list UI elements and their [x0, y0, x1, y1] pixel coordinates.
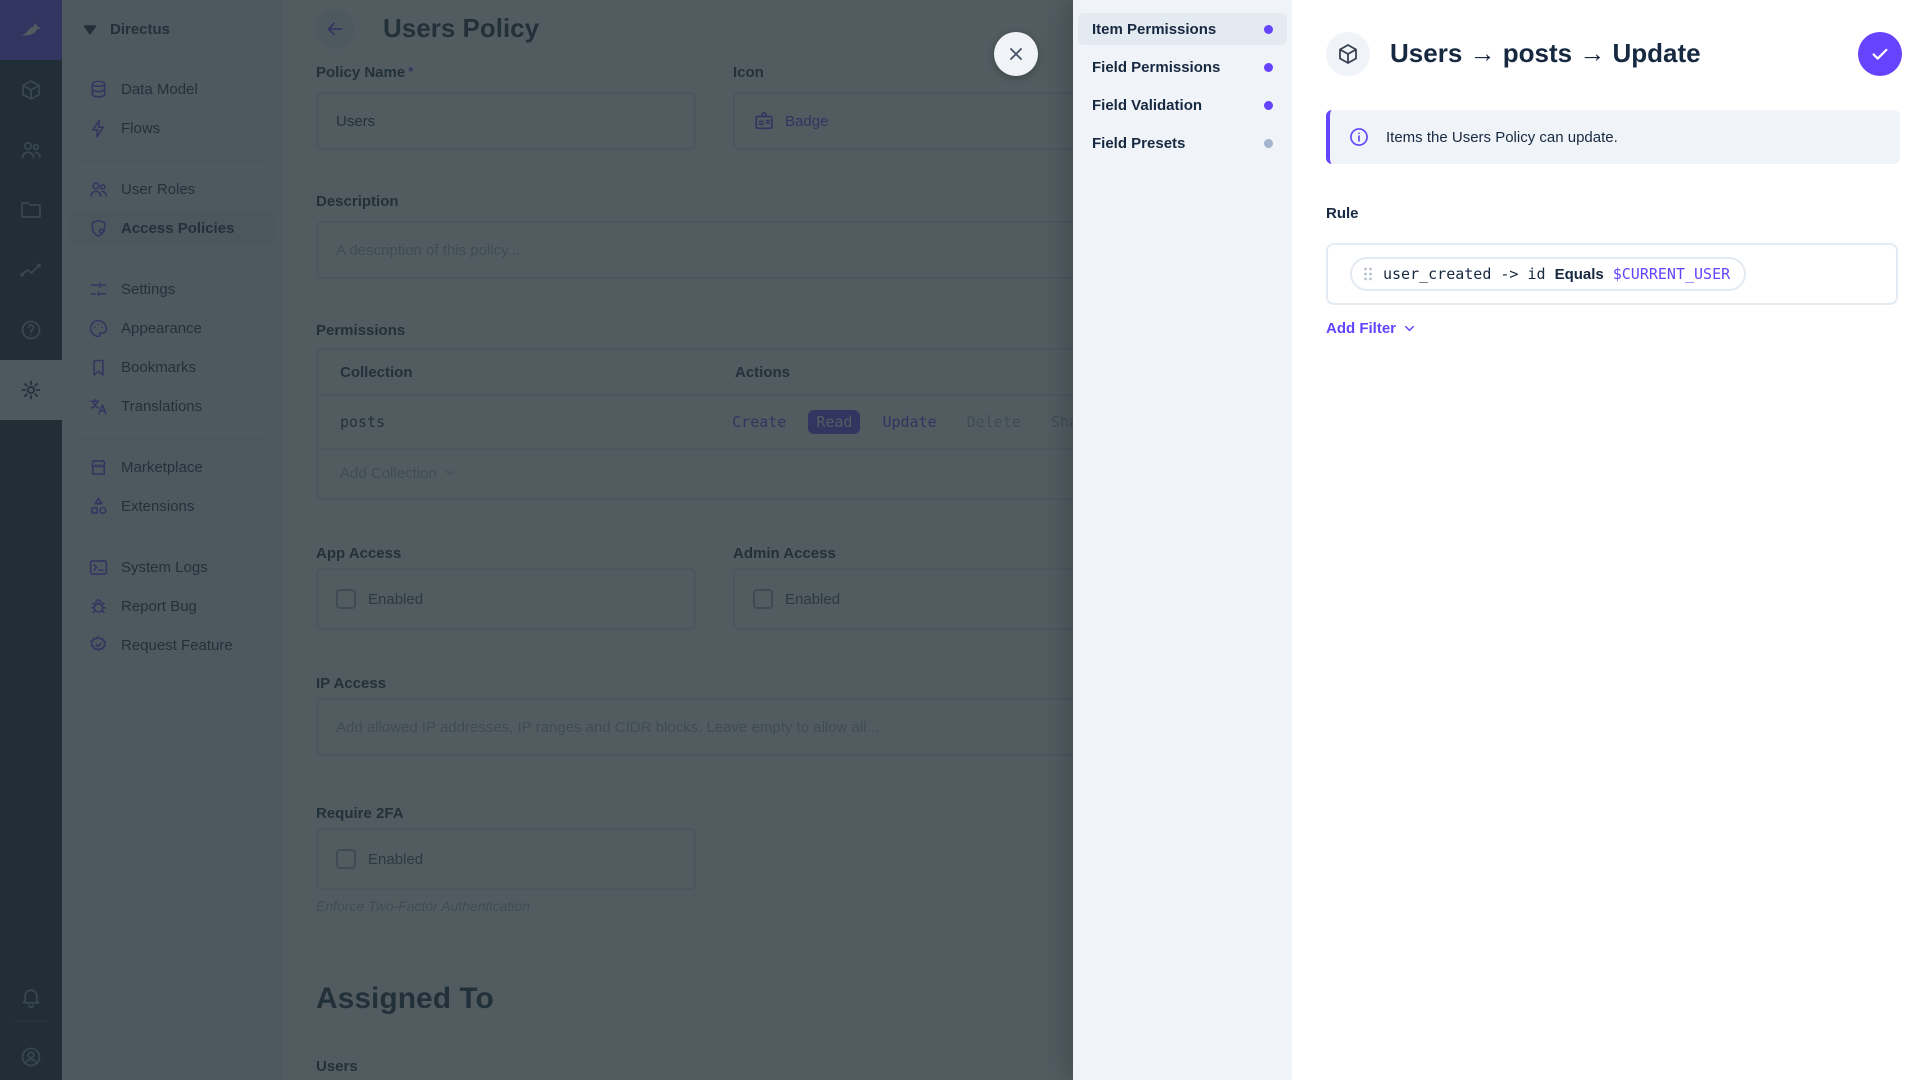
info-icon — [1348, 126, 1370, 148]
check-icon — [1869, 43, 1891, 65]
filter-rule-pill[interactable]: user_created -> id Equals $CURRENT_USER — [1350, 257, 1746, 291]
permission-drawer-nav: Item Permissions Field Permissions Field… — [1073, 0, 1292, 1080]
drawer-overlay[interactable] — [0, 0, 1073, 1080]
status-dot — [1264, 25, 1273, 34]
tab-field-validation[interactable]: Field Validation — [1078, 89, 1287, 121]
close-icon — [1006, 44, 1026, 64]
drawer-avatar — [1326, 32, 1370, 76]
filter-value[interactable]: $CURRENT_USER — [1613, 265, 1730, 283]
drag-handle-icon[interactable] — [1362, 266, 1374, 282]
info-notice: Items the Users Policy can update. — [1326, 110, 1900, 164]
chevron-down-icon — [1402, 321, 1417, 336]
status-dot — [1264, 63, 1273, 72]
add-filter-button[interactable]: Add Filter — [1326, 320, 1417, 337]
rule-label: Rule — [1326, 205, 1359, 222]
filter-field[interactable]: user_created -> id — [1383, 265, 1546, 283]
tab-field-presets[interactable]: Field Presets — [1078, 127, 1287, 159]
status-dot — [1264, 101, 1273, 110]
filter-operator[interactable]: Equals — [1555, 266, 1604, 283]
tab-item-permissions[interactable]: Item Permissions — [1078, 13, 1287, 45]
rule-filter-group: user_created -> id Equals $CURRENT_USER — [1326, 243, 1898, 305]
tab-field-permissions[interactable]: Field Permissions — [1078, 51, 1287, 83]
box-icon — [1336, 42, 1360, 66]
notice-text: Items the Users Policy can update. — [1386, 129, 1618, 146]
drawer-title: Users → posts → Update — [1390, 38, 1701, 69]
permission-drawer: Users → posts → Update Items the Users P… — [1292, 0, 1920, 1080]
drawer-save-button[interactable] — [1858, 32, 1902, 76]
directus-app: Directus Data Model Flows User Roles — [0, 0, 1920, 1080]
drawer-close-button[interactable] — [994, 32, 1038, 76]
status-dot — [1264, 139, 1273, 148]
